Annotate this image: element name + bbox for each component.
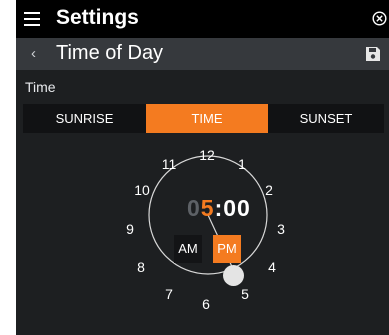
- settings-panel: Settings ‹ Time of Day Time SUNRISE TIME…: [16, 0, 389, 335]
- clock-number-1[interactable]: 1: [238, 156, 246, 172]
- clock-number-8[interactable]: 8: [137, 259, 145, 275]
- clock-number-2[interactable]: 2: [265, 182, 273, 198]
- time-hour-digit[interactable]: 5: [201, 195, 215, 221]
- pm-button[interactable]: PM: [213, 235, 241, 263]
- time-minutes[interactable]: :00: [215, 195, 251, 221]
- clock-face: [148, 155, 268, 275]
- clock-picker: 12 1 2 3 4 5 6 7 8 9 10 11 05:00 AM PM: [16, 0, 389, 335]
- clock-number-4[interactable]: 4: [268, 259, 276, 275]
- clock-number-5[interactable]: 5: [241, 286, 249, 302]
- clock-number-10[interactable]: 10: [134, 182, 150, 198]
- clock-number-12[interactable]: 12: [199, 147, 215, 163]
- clock-hand-handle[interactable]: [223, 265, 244, 286]
- time-display: 05:00: [187, 195, 251, 222]
- clock-number-6[interactable]: 6: [202, 296, 210, 312]
- time-leading-digit: 0: [187, 195, 201, 221]
- am-button[interactable]: AM: [174, 235, 202, 263]
- clock-number-11[interactable]: 11: [162, 156, 177, 172]
- clock-number-3[interactable]: 3: [277, 221, 285, 237]
- clock-number-7[interactable]: 7: [165, 286, 173, 302]
- clock-number-9[interactable]: 9: [126, 221, 134, 237]
